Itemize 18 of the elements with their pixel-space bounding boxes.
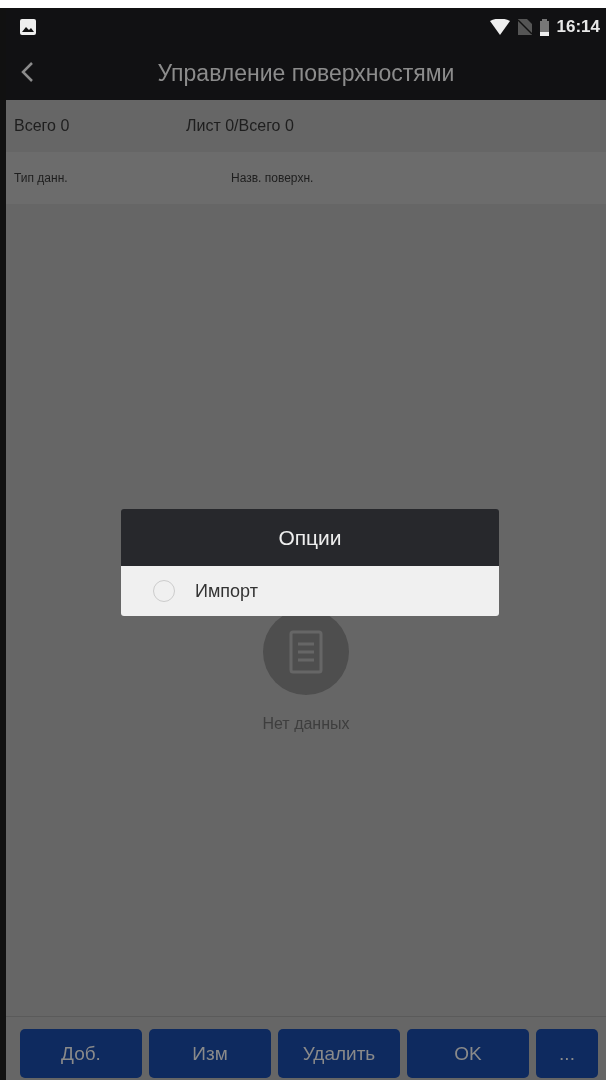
total-count: Всего 0 — [14, 117, 71, 135]
back-icon[interactable] — [20, 61, 34, 83]
option-item[interactable]: Импорт — [121, 566, 499, 616]
dialog-title: Опции — [121, 509, 499, 566]
action-button[interactable]: Удалить — [278, 1029, 400, 1078]
action-button[interactable]: OK — [407, 1029, 529, 1078]
column-header: Тип данн. — [14, 171, 69, 185]
column-header: Назв. поверхн. — [231, 171, 314, 185]
wifi-icon — [489, 19, 510, 35]
status-time: 16:14 — [556, 17, 600, 37]
image-icon — [20, 19, 36, 35]
no-sim-icon — [517, 19, 532, 35]
screen-title: Управление поверхностями — [157, 59, 455, 87]
page-counter: Лист 0/Всего 0 — [186, 117, 294, 135]
action-button[interactable]: ... — [536, 1029, 598, 1078]
action-button[interactable]: Доб. — [20, 1029, 142, 1078]
battery-icon — [539, 18, 549, 36]
action-button[interactable]: Изм — [149, 1029, 271, 1078]
